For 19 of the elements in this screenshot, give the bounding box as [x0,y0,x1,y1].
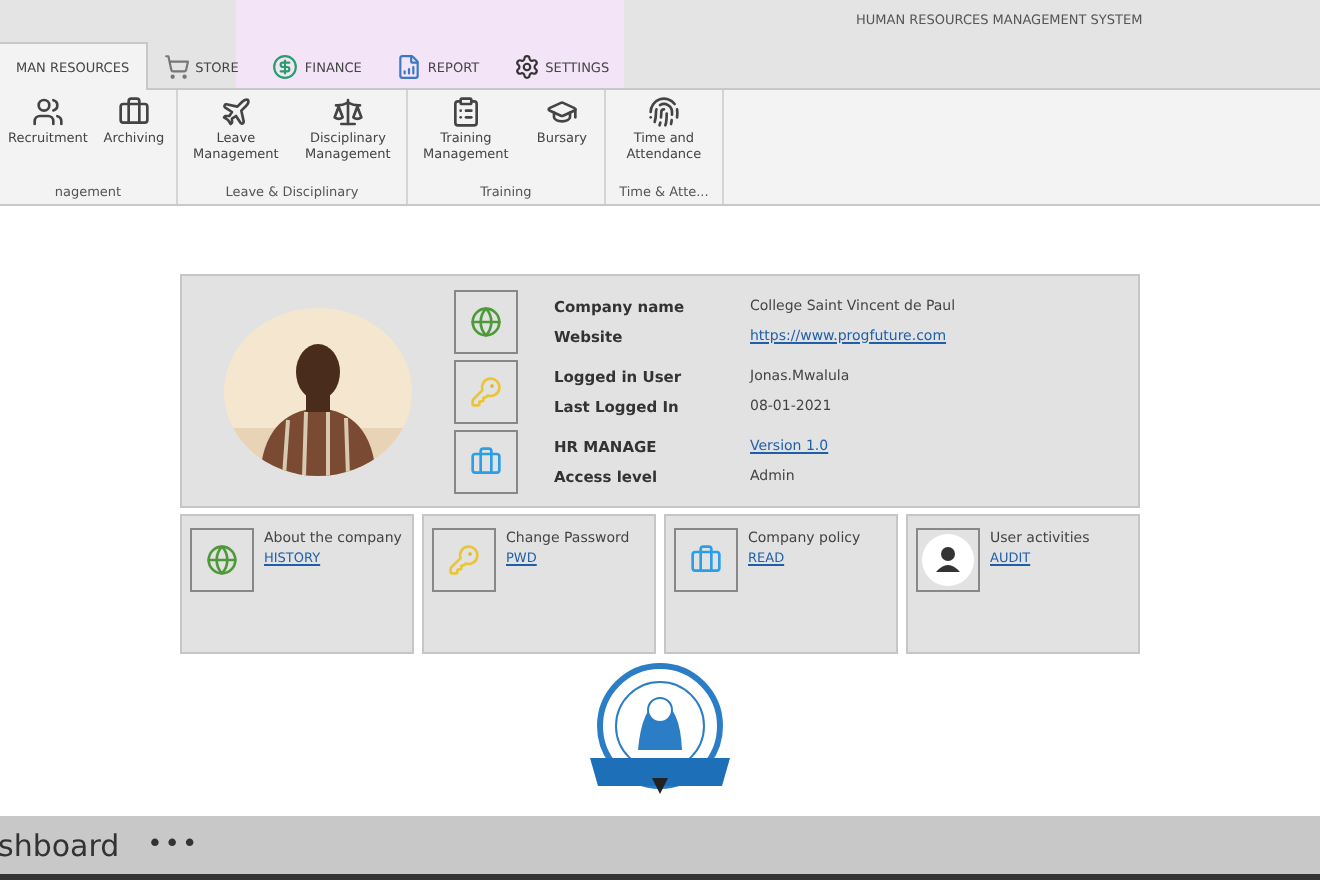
report-icon [395,54,422,80]
globe-icon [206,544,238,576]
more-button[interactable]: ••• [147,830,200,860]
people-icon [31,96,64,128]
graduate-icon [545,96,578,128]
scales-icon [331,96,364,128]
key-icon [448,544,480,576]
briefcase-icon [690,544,722,576]
cart-icon [163,54,190,80]
clipboard-icon [449,96,482,128]
taskbar-label[interactable]: shboard [0,827,120,863]
airplane-icon [219,96,252,128]
globe-icon [470,305,502,337]
fingerprint-icon [647,96,680,128]
briefcase-icon [117,96,150,128]
briefcase-icon [470,445,502,477]
key-icon [470,375,502,407]
dollar-coin-icon [272,54,299,80]
gear-icon [513,54,540,80]
